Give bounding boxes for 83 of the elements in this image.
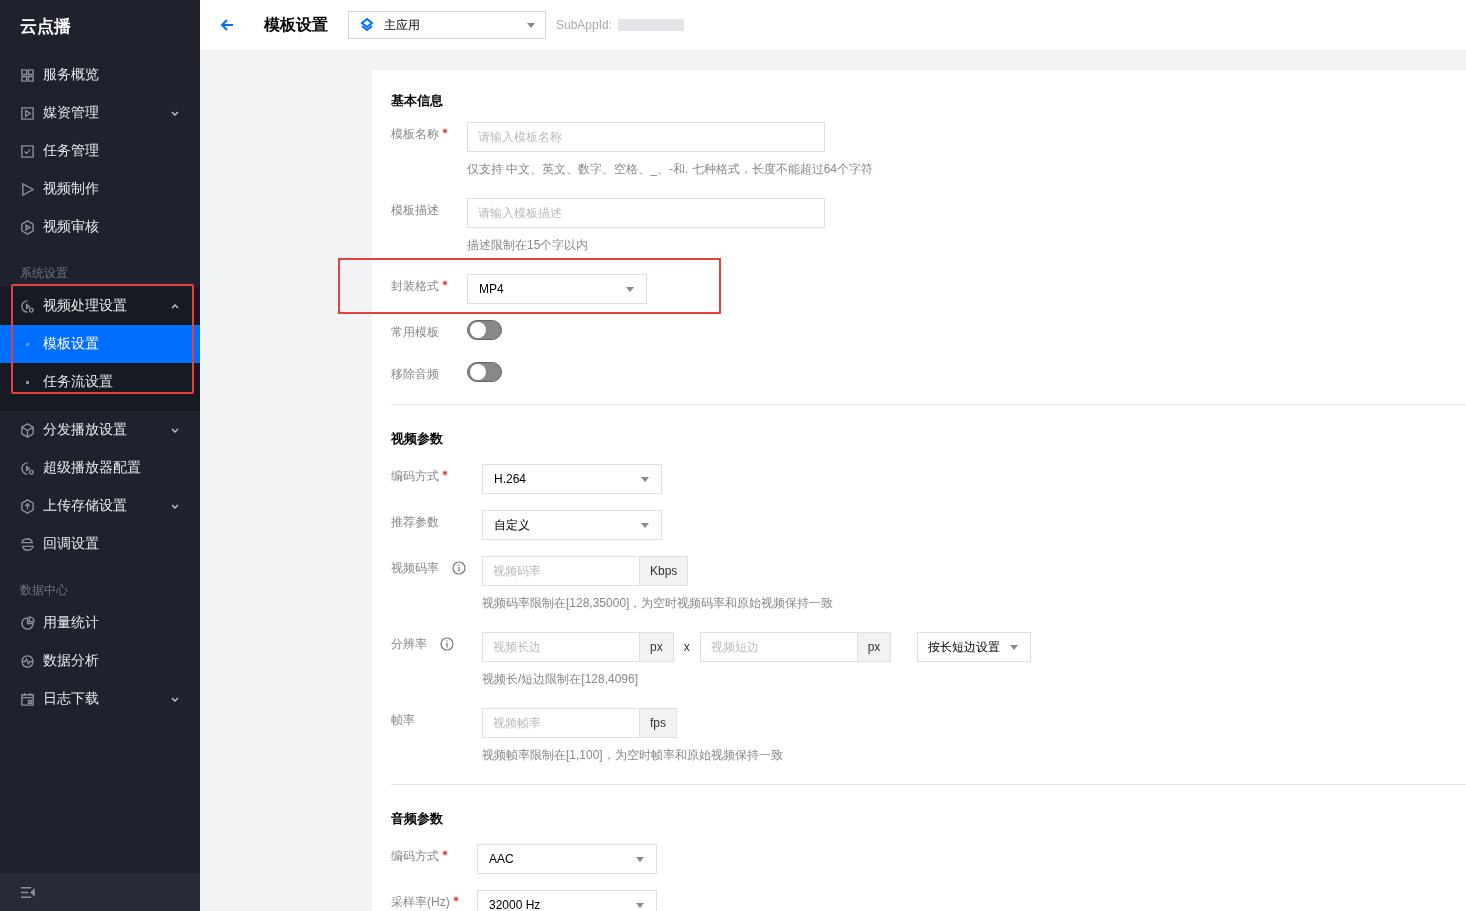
section-heading: 视频参数	[391, 430, 444, 448]
caret-icon	[527, 22, 535, 28]
dropdown-select[interactable]: 自定义	[482, 510, 662, 540]
dropdown-select[interactable]: 按长短边设置	[917, 632, 1032, 662]
nav-item[interactable]: 超级播放器配置	[0, 449, 200, 487]
dropdown-select[interactable]: AAC	[477, 844, 657, 874]
caret-icon	[641, 476, 649, 482]
nav-item[interactable]: 回调设置	[0, 525, 200, 563]
caret-icon	[1010, 644, 1019, 650]
layers-icon	[359, 17, 375, 33]
text-field[interactable]: 请输入模板名称	[467, 122, 825, 152]
pulse-icon	[20, 653, 35, 669]
product-logo: 云点播	[19, 16, 72, 38]
separator-label: x	[682, 640, 691, 654]
info-icon[interactable]	[440, 637, 454, 651]
field-label: 推荐参数	[391, 514, 439, 531]
app-select[interactable]: 主应用	[348, 11, 546, 39]
help-text: 描述限制在15个字以内	[467, 237, 590, 254]
nav-subitem[interactable]: 任务流设置	[0, 363, 200, 401]
number-field[interactable]: 视频短边	[699, 632, 858, 662]
upload-icon	[20, 498, 35, 514]
nav-subitem[interactable]: 模板设置	[0, 325, 200, 363]
section-title: 系统设置	[19, 265, 69, 282]
field-label: 帧率	[391, 712, 415, 729]
nav-item[interactable]: 用量统计	[0, 604, 200, 642]
dropdown-select[interactable]: MP4	[467, 274, 647, 304]
grid-icon	[20, 67, 35, 83]
caret-icon	[626, 286, 634, 292]
play-icon	[20, 181, 35, 197]
nav-item[interactable]: 视频制作	[0, 170, 200, 208]
caret-icon	[641, 522, 649, 528]
nav-item[interactable]: 数据分析	[0, 642, 200, 680]
check-box-icon	[20, 143, 35, 159]
cube-icon	[20, 422, 35, 438]
nav-item[interactable]: 任务管理	[0, 132, 200, 170]
back-arrow-icon[interactable]	[219, 17, 235, 33]
info-icon[interactable]	[452, 561, 466, 575]
nav-item[interactable]: 服务概览	[0, 56, 200, 94]
menu-collapse-icon[interactable]	[20, 885, 35, 899]
nav-item[interactable]: 视频处理设置	[0, 287, 200, 325]
nav-item[interactable]: 上传存储设置	[0, 487, 200, 525]
section-heading: 音频参数	[391, 810, 444, 828]
nav-item[interactable]: 视频审核	[0, 208, 200, 246]
pie-chart-icon	[20, 615, 35, 631]
toggle-switch[interactable]	[467, 320, 502, 340]
hexagon-play-icon	[20, 219, 35, 235]
caret-icon	[636, 902, 644, 908]
help-text: 视频长/短边限制在[128,4096]	[482, 671, 640, 688]
redacted-value	[618, 19, 685, 31]
field-label: 视频码率	[391, 560, 439, 577]
help-text: 视频帧率限制在[1,100]，为空时帧率和原始视频保持一致	[482, 747, 783, 764]
play-box-icon	[20, 105, 35, 121]
unit-label: px	[857, 632, 892, 662]
field-label: 常用模板	[391, 324, 439, 341]
number-field[interactable]: 视频码率	[482, 556, 640, 586]
subappid-label: SubAppId:	[556, 18, 613, 32]
unit-label: px	[640, 632, 674, 662]
field-label: 分辨率	[391, 636, 427, 653]
section-title: 数据中心	[19, 582, 69, 599]
field-label: 封装格式	[391, 278, 439, 295]
nav-item[interactable]: 分发播放设置	[0, 411, 200, 449]
field-label: 移除音频	[391, 366, 439, 383]
number-field[interactable]: 视频长边	[482, 632, 640, 662]
field-label: 采样率(Hz)	[391, 894, 450, 911]
unit-label: fps	[640, 708, 677, 738]
help-text: 仅支持 中文、英文、数字、空格、_、-和. 七种格式，长度不能超过64个字符	[467, 161, 874, 178]
nav-item[interactable]: 媒资管理	[0, 94, 200, 132]
field-label: 编码方式	[391, 848, 439, 865]
field-label: 模板描述	[391, 202, 439, 219]
page-title: 模板设置	[264, 14, 328, 35]
field-label: 编码方式	[391, 468, 439, 485]
calendar-icon	[20, 691, 35, 707]
text-field[interactable]: 请输入模板描述	[467, 198, 825, 228]
caret-icon	[636, 856, 644, 862]
toggle-switch[interactable]	[467, 362, 502, 382]
section-heading: 基本信息	[391, 92, 444, 110]
dropdown-select[interactable]: 32000 Hz	[477, 890, 657, 911]
number-field[interactable]: 视频帧率	[482, 708, 640, 738]
field-label: 模板名称	[391, 126, 439, 143]
unit-label: Kbps	[640, 556, 689, 586]
help-text: 视频码率限制在[128,35000]，为空时视频码率和原始视频保持一致	[482, 595, 834, 612]
nav-item[interactable]: 日志下载	[0, 680, 200, 718]
dropdown-select[interactable]: H.264	[482, 464, 662, 494]
